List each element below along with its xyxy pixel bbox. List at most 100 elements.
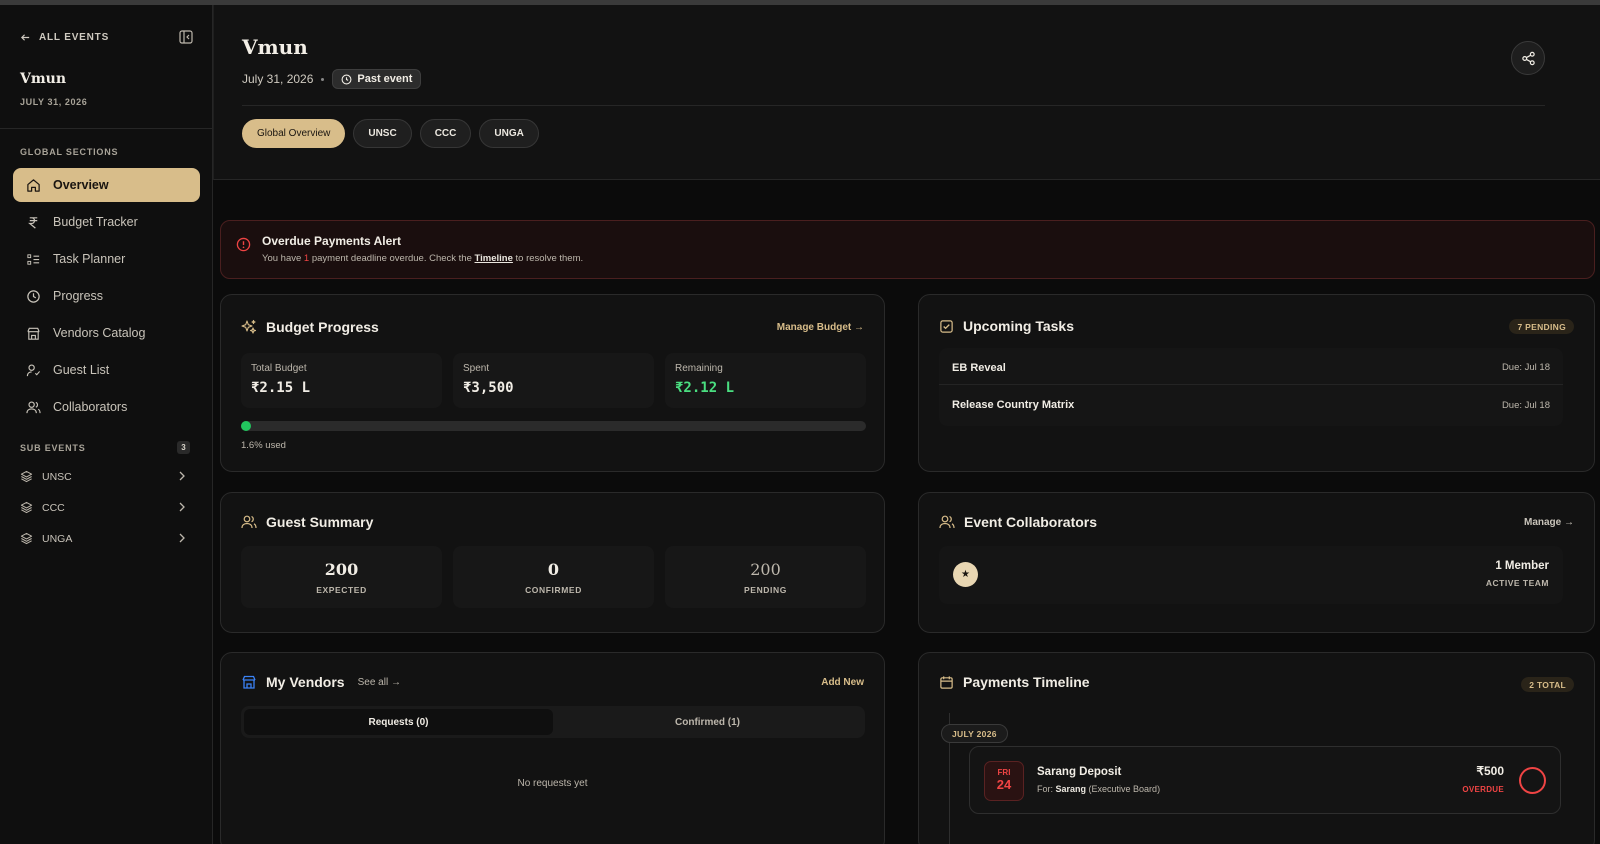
tab-ccc[interactable]: CCC [419, 119, 472, 148]
budget-progress-fill [241, 421, 251, 431]
see-all-vendors-link[interactable]: See all → [358, 677, 401, 688]
sidebar-divider [0, 128, 212, 129]
tab-requests[interactable]: Requests (0) [244, 709, 553, 735]
sidebar-item-label: Budget Tracker [53, 215, 138, 229]
card-title: My Vendors See all → [241, 674, 401, 690]
sidebar-item-label: Overview [53, 178, 109, 192]
checkbox-icon [940, 319, 953, 333]
sidebar-item-vendors-catalog[interactable]: Vendors Catalog [13, 316, 200, 350]
clock-icon [341, 74, 352, 84]
sidebar-nav: Overview Budget Tracker Task Planner Pro… [13, 168, 200, 427]
separator-dot [321, 77, 325, 81]
alert-title: Overdue Payments Alert [262, 234, 401, 248]
overdue-alert: Overdue Payments Alert You have 1 paymen… [220, 220, 1595, 279]
header-divider [242, 105, 1545, 106]
users-icon [241, 515, 257, 529]
event-date: July 31, 2026 [242, 72, 314, 86]
task-name: Release Country Matrix [952, 399, 1075, 411]
card-title-text: Upcoming Tasks [963, 318, 1074, 334]
spent-stat: Spent ₹3,500 [453, 353, 654, 408]
user-check-icon [26, 364, 41, 376]
stat-label: Remaining [675, 363, 723, 374]
layers-icon [20, 501, 33, 514]
card-title: Payments Timeline [939, 674, 1090, 690]
stat-label: CONFIRMED [525, 585, 582, 595]
sub-event-ccc[interactable]: CCC [20, 492, 192, 523]
alert-text: payment deadline overdue. Check the [309, 253, 475, 264]
all-events-link[interactable]: ALL EVENTS [20, 32, 109, 43]
share-button[interactable] [1511, 41, 1545, 75]
task-due: Due: Jul 18 [1501, 399, 1550, 411]
payment-date: FRI 24 [984, 761, 1024, 801]
tab-unga[interactable]: UNGA [479, 119, 539, 148]
status-label: Past event [357, 73, 413, 85]
sidebar-item-collaborators[interactable]: Collaborators [13, 390, 200, 424]
sub-event-unsc[interactable]: UNSC [20, 461, 192, 492]
payment-vendor: Sarang [1055, 784, 1087, 794]
tab-confirmed[interactable]: Confirmed (1) [553, 709, 862, 735]
manage-budget-link[interactable]: Manage Budget → [777, 322, 864, 333]
vendor-tabs: Requests (0) Confirmed (1) [241, 706, 865, 738]
card-title-text: Payments Timeline [963, 674, 1090, 690]
sidebar-item-task-planner[interactable]: Task Planner [13, 242, 200, 276]
global-sections-label: GLOBAL SECTIONS [20, 147, 119, 157]
empty-state: No requests yet [517, 778, 588, 789]
add-vendor-button[interactable]: Add New [821, 677, 864, 688]
sub-events-label: SUB EVENTS [20, 443, 86, 453]
my-vendors-card: My Vendors See all → Add New Requests (0… [220, 652, 885, 844]
sidebar-item-label: Collaborators [53, 400, 128, 414]
sub-events-count-badge: 3 [177, 441, 190, 454]
sidebar-item-guest-list[interactable]: Guest List [13, 353, 200, 387]
payment-amount: ₹500 [1476, 764, 1504, 778]
payment-item[interactable]: FRI 24 Sarang Deposit For: Sarang (Execu… [969, 746, 1561, 814]
sidebar-item-label: Task Planner [53, 252, 126, 266]
sub-event-unga[interactable]: UNGA [20, 523, 192, 554]
tab-unsc[interactable]: UNSC [353, 119, 412, 148]
timeline-month: JULY 2026 [941, 724, 1008, 743]
event-header: Vmun July 31, 2026 Past event Global Ove… [213, 5, 1600, 180]
sidebar-item-label: Guest List [53, 363, 110, 377]
task-row[interactable]: Release Country Matrix Due: Jul 18 [939, 388, 1563, 422]
budget-progress-bar [241, 421, 866, 431]
payment-title: Sarang Deposit [1037, 766, 1122, 778]
sidebar-event-title: Vmun [20, 71, 67, 87]
store-icon [242, 675, 256, 689]
payment-weekday: FRI [997, 768, 1011, 777]
rupee-icon [28, 216, 38, 229]
stat-value: ₹2.15 L [251, 380, 311, 396]
stat-label: Total Budget [251, 363, 307, 374]
expected-guests-stat: 200 EXPECTED [241, 546, 442, 608]
avatar[interactable]: ★ [953, 562, 978, 587]
alert-text: You have [262, 253, 304, 264]
mark-paid-toggle[interactable] [1519, 767, 1546, 794]
tab-global-overview[interactable]: Global Overview [242, 119, 346, 148]
payment-role: (Executive Board) [1086, 784, 1161, 794]
share-icon [1521, 51, 1535, 65]
card-title: Budget Progress [241, 319, 379, 335]
stat-value: 200 [750, 560, 781, 579]
upcoming-tasks-card: Upcoming Tasks 7 PENDING EB Reveal Due: … [918, 294, 1595, 472]
calendar-icon [940, 675, 953, 689]
timeline-link[interactable]: Timeline [475, 253, 513, 264]
manage-collaborators-link[interactable]: Manage → [1524, 517, 1574, 528]
sidebar-item-budget-tracker[interactable]: Budget Tracker [13, 205, 200, 239]
sidebar-item-overview[interactable]: Overview [13, 168, 200, 202]
sidebar: ALL EVENTS Vmun JULY 31, 2026 GLOBAL SEC… [0, 5, 213, 844]
budget-progress-card: Budget Progress Manage Budget → Total Bu… [220, 294, 885, 472]
store-icon [27, 327, 40, 340]
card-title-text: Event Collaborators [964, 514, 1098, 530]
page-title: Vmun [242, 35, 308, 59]
confirmed-guests-stat: 0 CONFIRMED [453, 546, 654, 608]
payment-for-label: For: [1037, 784, 1056, 794]
sidebar-collapse-icon[interactable] [178, 29, 194, 45]
payments-timeline-card: Payments Timeline 2 TOTAL JULY 2026 FRI … [918, 652, 1595, 844]
task-due: Due: Jul 18 [1501, 362, 1550, 373]
card-title: Event Collaborators [939, 514, 1097, 530]
remaining-stat: Remaining ₹2.12 L [665, 353, 866, 408]
task-row[interactable]: EB Reveal Due: Jul 18 [939, 351, 1563, 385]
event-collaborators-card: Event Collaborators Manage → ★ 1 Member … [918, 492, 1595, 633]
stat-value: ₹3,500 [463, 380, 514, 396]
stat-label: Spent [463, 363, 490, 374]
arrow-left-icon [20, 34, 30, 41]
sidebar-item-progress[interactable]: Progress [13, 279, 200, 313]
